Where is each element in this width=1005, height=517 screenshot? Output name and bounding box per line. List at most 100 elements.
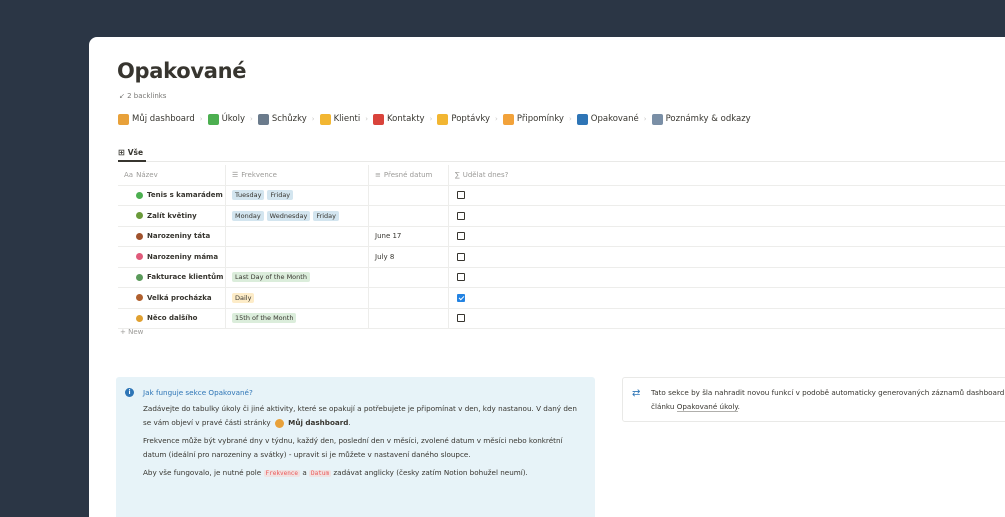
code-datum: Datum: [309, 470, 332, 477]
do-today-checkbox[interactable]: [457, 211, 465, 220]
frequency-cell[interactable]: Last Day of the Month: [226, 267, 369, 287]
do-today-cell: [449, 309, 649, 329]
breadcrumb-separator: ›: [311, 115, 315, 123]
nav-item[interactable]: Připomínky: [502, 113, 564, 125]
search-clock-icon: [274, 418, 284, 428]
date-cell[interactable]: June 17: [369, 226, 449, 246]
date-cell[interactable]: July 8: [369, 247, 449, 267]
callout-text: zadávat anglicky (česky zatím Notion boh…: [333, 468, 528, 477]
table-row[interactable]: Zalít květiny Monday Wednesday Friday: [118, 206, 1005, 227]
nav-item-label: Opakované: [590, 114, 639, 124]
do-today-cell: [449, 268, 649, 288]
row-emoji-icon: [136, 273, 143, 281]
row-title-cell[interactable]: Fakturace klientům: [118, 267, 226, 287]
do-today-cell: [449, 227, 649, 247]
row-title-cell[interactable]: Tenis s kamarádem: [118, 185, 226, 205]
breadcrumb-separator: ›: [495, 115, 498, 123]
breadcrumb-separator: ›: [365, 115, 369, 123]
frequency-cell[interactable]: Tuesday Friday: [226, 185, 369, 205]
nav-item[interactable]: Schůzky: [257, 113, 307, 125]
callout-paragraph-3: Aby vše fungovalo, je nutné pole Frekven…: [143, 466, 583, 481]
table-row[interactable]: Tenis s kamarádem Tuesday Friday: [118, 185, 1005, 206]
info-icon: i: [125, 388, 134, 397]
do-today-checkbox[interactable]: [457, 252, 465, 261]
table-view-icon: ⊞: [118, 147, 125, 157]
nav-item-label: Připomínky: [516, 114, 564, 124]
page-title: Opakované: [117, 59, 247, 83]
column-header-nazev[interactable]: Aa Název: [118, 165, 226, 185]
phone-icon: [373, 113, 385, 125]
row-title: Narozeniny máma: [147, 252, 219, 261]
do-today-checkbox[interactable]: [457, 273, 465, 282]
nav-item[interactable]: Kontakty: [373, 113, 425, 125]
nav-item[interactable]: Opakované: [576, 113, 639, 125]
row-emoji-icon: [136, 232, 143, 240]
people-icon: [257, 113, 269, 125]
date-cell[interactable]: [369, 267, 449, 287]
period: .: [348, 418, 351, 427]
date-cell[interactable]: [369, 288, 449, 308]
table-header: Aa Název ☰ Frekvence ≡ Přesné datum ∑ Ud…: [118, 165, 1005, 186]
table-row[interactable]: Velká procházka Daily: [118, 288, 1005, 309]
date-cell[interactable]: [369, 308, 449, 328]
table-row[interactable]: Narozeniny máma July 8: [118, 247, 1005, 268]
frequency-cell[interactable]: [226, 226, 369, 246]
nav-item-label: Klienti: [333, 114, 361, 124]
column-label: Frekvence: [241, 170, 277, 179]
table-row[interactable]: Něco dalšího 15th of the Month: [118, 308, 1005, 329]
date-cell[interactable]: [369, 206, 449, 226]
nav-item[interactable]: Poptávky: [437, 113, 490, 125]
callout-text: Aby vše fungovalo, je nutné pole: [143, 468, 262, 477]
frequency-tag: Friday: [313, 210, 340, 221]
column-header-frekvence[interactable]: ☰ Frekvence: [226, 165, 369, 185]
row-title: Tenis s kamarádem: [147, 191, 223, 200]
period: .: [737, 402, 740, 411]
column-label: Název: [136, 170, 158, 179]
nav-item[interactable]: Můj dashboard: [118, 113, 195, 125]
new-row-button[interactable]: + New: [120, 328, 143, 336]
do-today-checkbox[interactable]: [457, 191, 465, 200]
column-label: Přesné datum: [383, 170, 433, 179]
nav-item[interactable]: Klienti: [319, 113, 361, 125]
row-emoji-icon: [136, 191, 143, 199]
notepad-icon: [651, 113, 663, 125]
tab-vse[interactable]: ⊞ Vše: [118, 144, 147, 162]
article-link[interactable]: Opakované úkoly: [676, 402, 738, 412]
column-header-udelat-dnes[interactable]: ∑ Udělat dnes?: [449, 165, 649, 185]
backlinks-link[interactable]: ↙ 2 backlinks: [119, 92, 166, 100]
frequency-cell[interactable]: Daily: [226, 288, 369, 308]
nav-item[interactable]: Úkoly: [207, 113, 245, 125]
frequency-cell[interactable]: Monday Wednesday Friday: [226, 206, 369, 226]
table-row[interactable]: Narozeniny táta June 17: [118, 226, 1005, 247]
breadcrumb-separator: ›: [250, 115, 253, 123]
search-clock-icon: [118, 113, 129, 125]
callout-paragraph-1: Zadávejte do tabulky úkoly či jiné aktiv…: [143, 402, 583, 430]
row-title-cell[interactable]: Zalít květiny: [118, 206, 226, 226]
do-today-cell: [449, 288, 649, 308]
backlinks-label: 2 backlinks: [127, 92, 167, 100]
checkmark-icon: [207, 113, 219, 125]
date-cell[interactable]: [369, 185, 449, 205]
table-row[interactable]: Fakturace klientům Last Day of the Month: [118, 267, 1005, 288]
do-today-checkbox[interactable]: [457, 232, 465, 241]
notion-page: Opakované ↙ 2 backlinks Můj dashboard › Úk…: [89, 37, 1005, 517]
nav-item[interactable]: Poznámky & odkazy: [651, 113, 751, 125]
do-today-checkbox[interactable]: [457, 314, 465, 323]
backlink-arrow-icon: ↙: [119, 92, 125, 100]
do-today-cell: [449, 247, 649, 267]
frequency-cell[interactable]: 15th of the Month: [226, 308, 369, 328]
frequency-tag: Last Day of the Month: [232, 272, 310, 283]
row-title-cell[interactable]: Narozeniny táta: [118, 226, 226, 246]
sync-callout: ⇄ Tato sekce by šla nahradit novou funkc…: [622, 377, 1005, 422]
column-header-presne-datum[interactable]: ≡ Přesné datum: [369, 165, 449, 185]
dashboard-page-link[interactable]: Můj dashboard: [288, 418, 348, 427]
text-icon: ≡: [375, 170, 381, 179]
row-title-cell[interactable]: Něco dalšího: [118, 308, 226, 328]
nav-item-label: Poznámky & odkazy: [665, 114, 751, 124]
frequency-cell[interactable]: [226, 247, 369, 267]
row-title-cell[interactable]: Velká procházka: [118, 288, 226, 308]
row-title-cell[interactable]: Narozeniny máma: [118, 247, 226, 267]
do-today-checkbox[interactable]: [457, 293, 465, 302]
handshake-icon: [319, 113, 331, 125]
tab-label: Vše: [127, 147, 144, 157]
